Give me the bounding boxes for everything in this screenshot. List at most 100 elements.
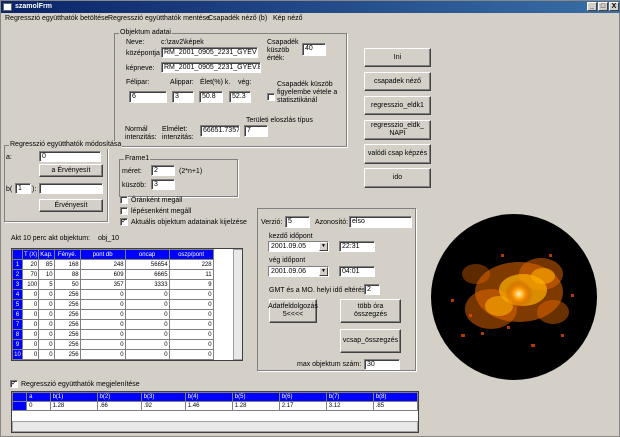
- table-cell[interactable]: 256: [53, 299, 81, 310]
- table-cell[interactable]: 256: [53, 309, 81, 320]
- table-cell[interactable]: 0: [168, 329, 214, 340]
- table-cell[interactable]: 0: [168, 299, 214, 310]
- maximize-button[interactable]: □: [598, 2, 608, 11]
- table-cell[interactable]: 0: [79, 309, 126, 320]
- kozpont-input[interactable]: RM_2001_0905_2231_GYEV: [161, 47, 258, 58]
- table-cell[interactable]: 0: [168, 309, 214, 320]
- menu-kep-nezo[interactable]: Kép néző: [273, 13, 303, 24]
- regr-megjelenites-checkbox[interactable]: ✓: [10, 380, 18, 388]
- table-cell[interactable]: 1.28: [231, 401, 280, 411]
- table-cell[interactable]: 0: [79, 339, 126, 350]
- table-cell[interactable]: 0: [79, 329, 126, 340]
- table-cell[interactable]: 256: [53, 349, 81, 360]
- regresszio-napi-button[interactable]: regresszio_eldk_ NAPI: [364, 120, 431, 140]
- table-cell[interactable]: 56654: [124, 259, 170, 270]
- grid-scrollbar[interactable]: [233, 249, 242, 360]
- tipus-input[interactable]: 7: [244, 125, 268, 137]
- table-cell[interactable]: 0: [21, 319, 40, 330]
- alippar-input[interactable]: 3: [172, 91, 194, 103]
- table-row[interactable]: 8 0 0 256 0 0 0: [12, 329, 214, 340]
- b-index-input[interactable]: 1: [15, 183, 31, 194]
- valodi-csap-button[interactable]: valódi csap képzés: [364, 144, 431, 164]
- table-cell[interactable]: 0: [124, 319, 170, 330]
- kepneve-input[interactable]: RM_2001_0905_2231_GYEV.BMP: [161, 62, 261, 73]
- table-cell[interactable]: 20: [21, 259, 40, 270]
- lepesenkent-checkbox[interactable]: [120, 207, 128, 215]
- kezdo-date-select[interactable]: 2001.09.05 ▼: [268, 241, 329, 252]
- table-cell[interactable]: 0: [168, 339, 214, 350]
- chevron-down-icon[interactable]: ▼: [319, 242, 328, 251]
- b-ervenyesit-button[interactable]: Érvényesít: [39, 199, 103, 212]
- table-cell[interactable]: 0: [124, 349, 170, 360]
- meret-input[interactable]: 2: [151, 165, 175, 176]
- csapadek-nezo-button[interactable]: csapadek néző: [364, 72, 431, 91]
- table-cell[interactable]: 0: [124, 339, 170, 350]
- table-cell[interactable]: 0: [26, 401, 51, 411]
- b-input[interactable]: [39, 183, 103, 194]
- kuszob-input[interactable]: 3: [151, 179, 175, 190]
- oranként-checkbox[interactable]: [120, 196, 128, 204]
- table-cell[interactable]: 0: [168, 289, 214, 300]
- table-cell[interactable]: .85: [372, 401, 418, 411]
- max-obj-input[interactable]: 30: [364, 359, 400, 370]
- table-row[interactable]: 5 0 0 256 0 0 0: [12, 299, 214, 310]
- table-cell[interactable]: 0: [38, 289, 55, 300]
- table-cell[interactable]: 0: [21, 309, 40, 320]
- table-cell[interactable]: 0: [124, 299, 170, 310]
- table-cell[interactable]: 0: [38, 299, 55, 310]
- table-cell[interactable]: 0: [124, 329, 170, 340]
- table-cell[interactable]: 228: [168, 259, 214, 270]
- table-cell[interactable]: .92: [140, 401, 186, 411]
- table-cell[interactable]: 6665: [124, 269, 170, 280]
- table-cell[interactable]: 5: [38, 279, 55, 290]
- table-cell[interactable]: 0: [38, 349, 55, 360]
- menu-csapadek-nezo[interactable]: Csapadék néző (b): [208, 13, 267, 24]
- table-cell[interactable]: 0: [38, 309, 55, 320]
- table-cell[interactable]: 0: [79, 349, 126, 360]
- table-row[interactable]: 3 100 5 50 357 3333 9: [12, 279, 214, 290]
- kuszob-checkbox[interactable]: [267, 93, 275, 101]
- table-cell[interactable]: 1.46: [184, 401, 233, 411]
- table-row[interactable]: 7 0 0 256 0 0 0: [12, 319, 214, 330]
- table-cell[interactable]: 609: [79, 269, 126, 280]
- a-input[interactable]: 0: [39, 151, 101, 162]
- tobb-ora-button[interactable]: több óra összegzés: [340, 299, 401, 323]
- table-cell[interactable]: 0: [21, 299, 40, 310]
- table-row[interactable]: 10 0 0 256 0 0 0: [12, 349, 214, 360]
- table-cell[interactable]: 50: [53, 279, 81, 290]
- table-cell[interactable]: 11: [168, 269, 214, 280]
- elmelet-input[interactable]: 66651.7357: [200, 125, 240, 137]
- table-cell[interactable]: 0: [38, 329, 55, 340]
- adatfeldolgozas-button[interactable]: Adatfeldolgozás 5<<<<: [268, 299, 318, 323]
- table-cell[interactable]: 0: [21, 349, 40, 360]
- verzio-input[interactable]: 5: [285, 216, 310, 228]
- table-row[interactable]: 1 20 85 168 248 56654 228: [12, 259, 214, 270]
- table-cell[interactable]: 256: [53, 329, 81, 340]
- table-cell[interactable]: 0: [38, 319, 55, 330]
- elet-input[interactable]: 50.8: [199, 91, 223, 103]
- grid2-scrollbar[interactable]: [12, 421, 418, 432]
- table-cell[interactable]: 357: [79, 279, 126, 290]
- gmt-input[interactable]: 2: [364, 284, 380, 295]
- table-cell[interactable]: 168: [53, 259, 81, 270]
- veg-date-select[interactable]: 2001.09.06 ▼: [268, 266, 329, 277]
- ido-button[interactable]: ido: [364, 168, 431, 188]
- table-cell[interactable]: 2.17: [278, 401, 327, 411]
- table-cell[interactable]: 3.12: [325, 401, 374, 411]
- table-cell[interactable]: 248: [79, 259, 126, 270]
- table-cell[interactable]: 0: [124, 289, 170, 300]
- table-row[interactable]: 6 0 0 256 0 0 0: [12, 309, 214, 320]
- table-row[interactable]: 4 0 0 256 0 0 0: [12, 289, 214, 300]
- table-cell[interactable]: 256: [53, 289, 81, 300]
- close-button[interactable]: X: [609, 2, 619, 11]
- table-cell[interactable]: 0: [79, 299, 126, 310]
- table-row[interactable]: 2 70 10 88 609 6665 11: [12, 269, 214, 280]
- table-cell[interactable]: 0: [21, 289, 40, 300]
- table-cell[interactable]: 0: [124, 309, 170, 320]
- aktualis-checkbox[interactable]: ✓: [120, 218, 128, 226]
- vcsap-osszegzes-button[interactable]: vcsap_összegzés: [340, 329, 401, 353]
- objektum-grid[interactable]: T (X) Kap. Fényé. pont db oncap oszp/pon…: [11, 248, 243, 361]
- table-cell[interactable]: 88: [53, 269, 81, 280]
- table-cell[interactable]: 1.28: [49, 401, 98, 411]
- menu-regr-mentes[interactable]: Regresszió együtthatók mentése: [108, 13, 210, 24]
